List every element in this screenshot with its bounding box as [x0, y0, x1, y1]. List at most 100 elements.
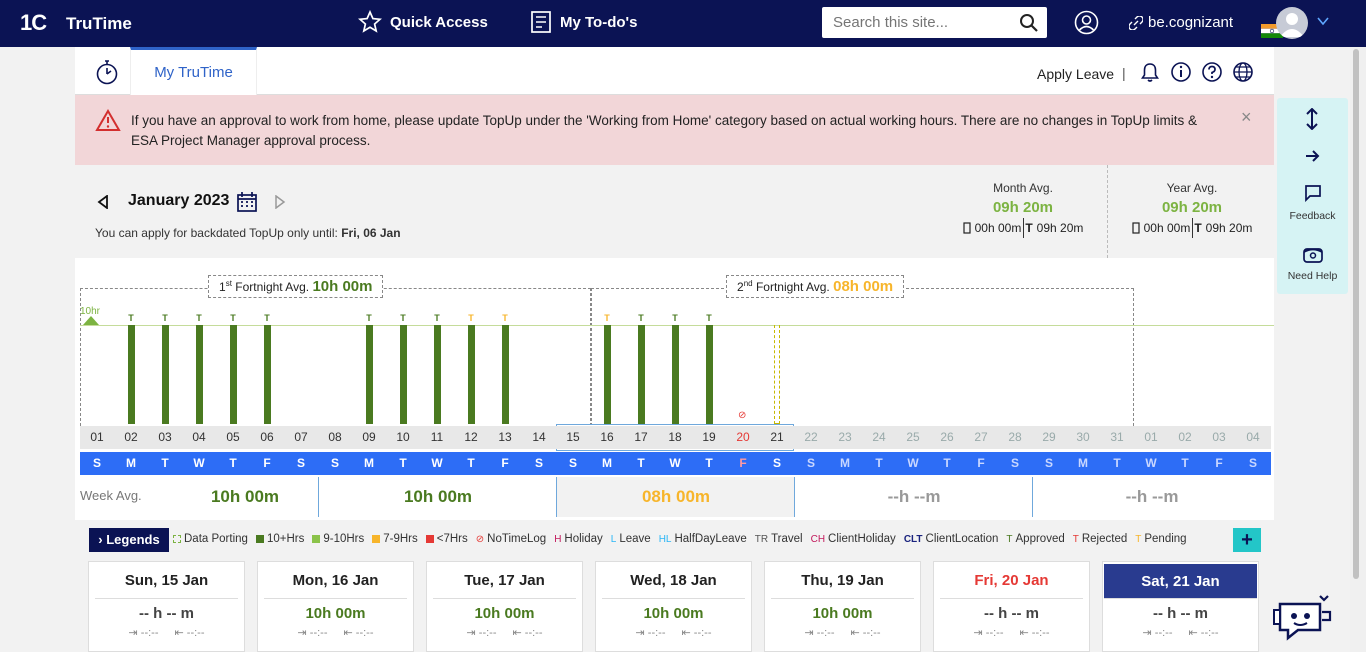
hours-bar[interactable] — [161, 325, 169, 424]
date-cell[interactable]: 12 — [454, 426, 488, 449]
hours-bar[interactable] — [467, 325, 475, 424]
date-cell[interactable]: 31 — [1100, 426, 1134, 449]
year-avg: Year Avg. 09h 20m 00h 00m T 09h 20m — [1122, 181, 1262, 238]
hours-bar[interactable] — [501, 325, 509, 424]
search-input[interactable] — [822, 7, 1012, 38]
date-cell[interactable]: 23 — [828, 426, 862, 449]
becognizant-link[interactable]: be.cognizant — [1129, 14, 1233, 31]
day-card[interactable]: Sun, 15 Jan -- h -- m ⇥ --:-- ⇤ --:-- — [88, 561, 245, 652]
date-cell[interactable]: 28 — [998, 426, 1032, 449]
date-cell[interactable]: 19 — [692, 426, 726, 449]
date-cell[interactable]: 26 — [930, 426, 964, 449]
date-cell[interactable]: 14 — [522, 426, 556, 449]
date-cell[interactable]: 30 — [1066, 426, 1100, 449]
chevron-down-icon[interactable] — [1317, 16, 1329, 26]
legends-button[interactable]: › Legends — [89, 528, 169, 552]
bell-icon[interactable] — [1139, 61, 1161, 83]
date-cell[interactable]: 16 — [590, 426, 624, 449]
hours-bar[interactable] — [433, 325, 441, 424]
fortnight1-text: Fortnight Avg. — [235, 280, 310, 294]
chatbot-icon[interactable] — [1270, 588, 1334, 642]
hours-bar[interactable] — [399, 325, 407, 424]
date-cell[interactable]: 22 — [794, 426, 828, 449]
date-cell[interactable]: 25 — [896, 426, 930, 449]
chat-icon[interactable] — [1304, 184, 1322, 202]
chevron-left-icon[interactable] — [97, 195, 109, 209]
date-cell[interactable]: 03 — [1202, 426, 1236, 449]
year-office: 00h 00m — [1143, 221, 1191, 235]
date-cell[interactable]: 13 — [488, 426, 522, 449]
avatar[interactable] — [1276, 7, 1308, 39]
app-name[interactable]: TruTime — [66, 14, 132, 34]
todo-link[interactable]: My To-do's — [530, 10, 637, 34]
apply-leave-link[interactable]: Apply Leave — [1037, 66, 1114, 82]
legend-label: 10+Hrs — [266, 533, 305, 545]
phone-icon[interactable] — [1303, 246, 1323, 264]
cognizant-logo[interactable]: 1C — [20, 10, 47, 36]
chevron-right-icon[interactable] — [274, 195, 286, 209]
arrow-right-icon[interactable] — [1305, 149, 1321, 163]
search-icon[interactable] — [1019, 13, 1039, 33]
swipe-in: --:-- — [140, 627, 159, 639]
date-cell[interactable]: 03 — [148, 426, 182, 449]
day-card[interactable]: Mon, 16 Jan 10h 00m ⇥ --:-- ⇤ --:-- — [257, 561, 414, 652]
date-cell[interactable]: 02 — [1168, 426, 1202, 449]
close-icon[interactable]: × — [1241, 107, 1252, 128]
legend-code: H — [554, 533, 562, 545]
tab-my-trutime[interactable]: My TruTime — [130, 47, 257, 95]
date-cell[interactable]: 04 — [1236, 426, 1270, 449]
date-cell[interactable]: 17 — [624, 426, 658, 449]
user-icon[interactable] — [1074, 10, 1099, 35]
fortnight1-label: 1st Fortnight Avg. 10h 00m — [208, 275, 384, 298]
need-help-button[interactable]: Need Help — [1277, 270, 1348, 282]
day-card[interactable]: Thu, 19 Jan 10h 00m ⇥ --:-- ⇤ --:-- — [764, 561, 921, 652]
date-cell[interactable]: 08 — [318, 426, 352, 449]
day-card[interactable]: Tue, 17 Jan 10h 00m ⇥ --:-- ⇤ --:-- — [426, 561, 583, 652]
data-porting-bar[interactable] — [774, 325, 780, 424]
add-button[interactable]: + — [1233, 528, 1261, 552]
date-cell[interactable]: 11 — [420, 426, 454, 449]
hours-bar[interactable] — [229, 325, 237, 424]
approval-mark: T — [604, 313, 610, 323]
date-cell[interactable]: 01 — [80, 426, 114, 449]
hours-bar[interactable] — [671, 325, 679, 424]
date-cell[interactable]: 02 — [114, 426, 148, 449]
date-cell[interactable]: 21 — [760, 426, 794, 449]
day-card[interactable]: Fri, 20 Jan -- h -- m ⇥ --:-- ⇤ --:-- — [933, 561, 1090, 652]
legend-label: NoTimeLog — [487, 533, 547, 545]
hours-bar[interactable] — [705, 325, 713, 424]
date-cell[interactable]: 06 — [250, 426, 284, 449]
date-cell[interactable]: 10 — [386, 426, 420, 449]
calendar-icon[interactable] — [236, 191, 258, 213]
date-cell[interactable]: 27 — [964, 426, 998, 449]
hours-bar[interactable] — [195, 325, 203, 424]
date-cell[interactable]: 09 — [352, 426, 386, 449]
weekday-cell: M — [364, 456, 374, 470]
expand-vertical-icon[interactable] — [1304, 108, 1320, 130]
warning-icon — [95, 109, 121, 131]
week-avg-value: 10h 00m — [210, 487, 280, 506]
hours-bar[interactable] — [603, 325, 611, 424]
day-card[interactable]: Wed, 18 Jan 10h 00m ⇥ --:-- ⇤ --:-- — [595, 561, 752, 652]
date-cell[interactable]: 29 — [1032, 426, 1066, 449]
quick-access-link[interactable]: Quick Access — [358, 10, 488, 34]
help-icon[interactable] — [1201, 61, 1223, 83]
globe-icon[interactable] — [1232, 61, 1254, 83]
date-cell[interactable]: 07 — [284, 426, 318, 449]
scrollbar-thumb[interactable] — [1353, 49, 1359, 579]
day-card-selected[interactable]: Sat, 21 Jan -- h -- m ⇥ --:-- ⇤ --:-- — [1102, 561, 1259, 652]
hours-bar[interactable] — [127, 325, 135, 424]
hours-bar[interactable] — [365, 325, 373, 424]
date-cell[interactable]: 01 — [1134, 426, 1168, 449]
date-cell[interactable]: 20 — [726, 426, 760, 449]
hours-bar[interactable] — [263, 325, 271, 424]
feedback-button[interactable]: Feedback — [1277, 210, 1348, 222]
date-cell[interactable]: 15 — [556, 426, 590, 449]
date-cell[interactable]: 05 — [216, 426, 250, 449]
date-cell[interactable]: 04 — [182, 426, 216, 449]
hours-bar[interactable] — [637, 325, 645, 424]
date-cell[interactable]: 24 — [862, 426, 896, 449]
info-icon[interactable] — [1170, 61, 1192, 83]
date-cell[interactable]: 18 — [658, 426, 692, 449]
page-scrollbar[interactable] — [1350, 47, 1366, 652]
